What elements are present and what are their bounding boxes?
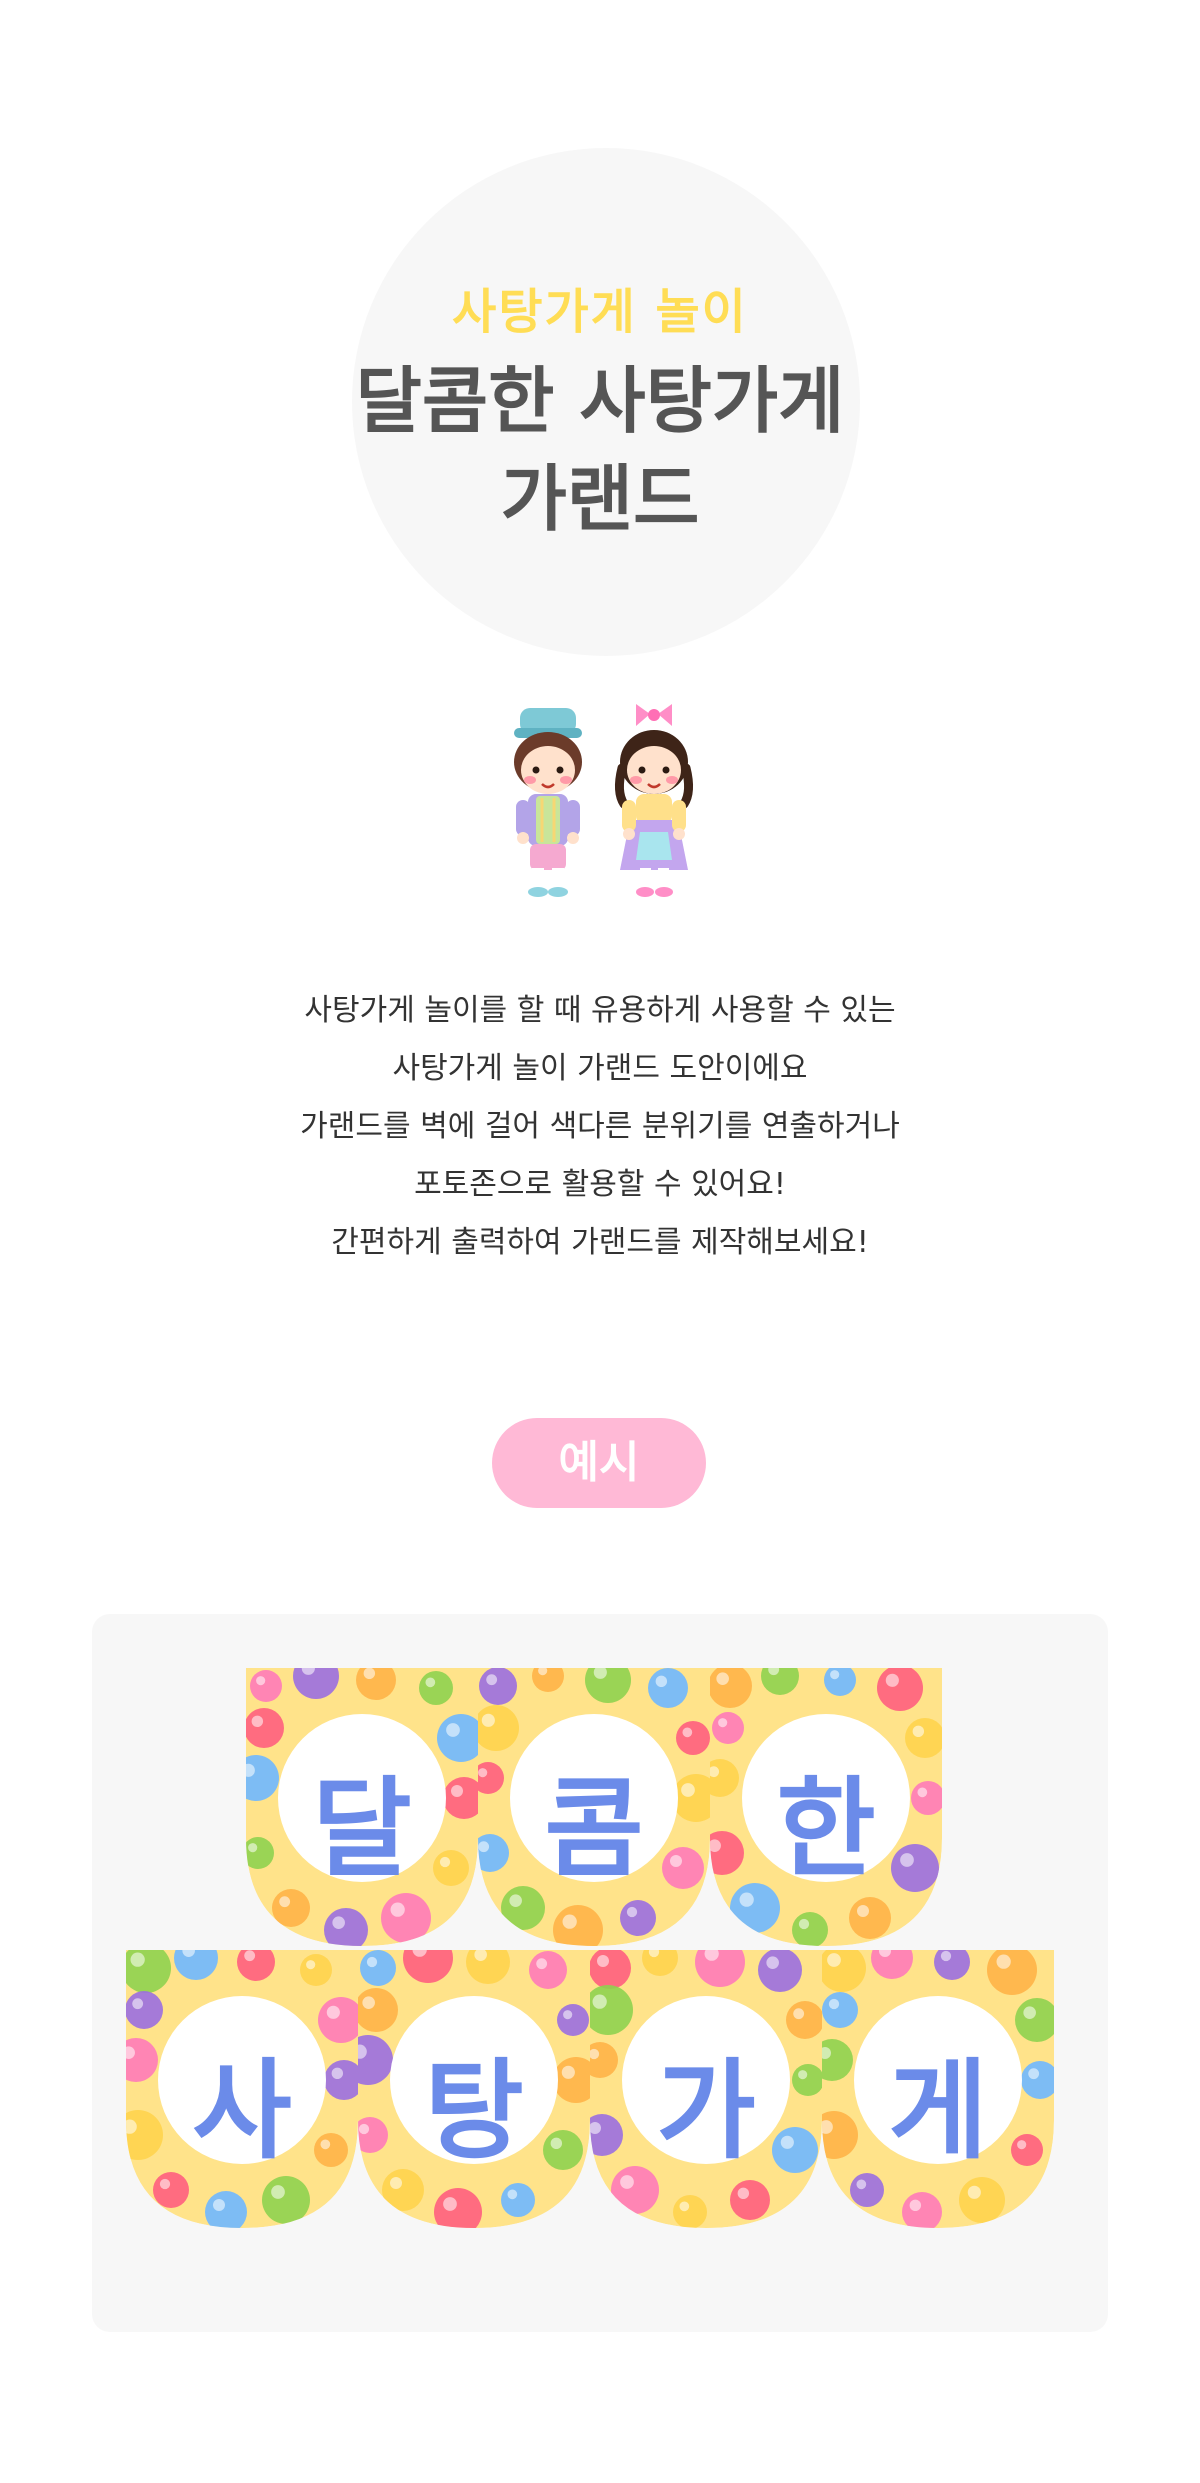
garland-letter: 가 [656,2049,756,2174]
boy-character [514,708,582,897]
description-line: 가랜드를 벽에 걸어 색다른 분위기를 연출하거나 [300,1109,900,1144]
girl-character [614,704,694,897]
description: 사탕가게 놀이를 할 때 유용하게 사용할 수 있는 사탕가게 놀이 가랜드 도… [0,982,1200,1272]
garland-flag: 가 [590,1950,822,2228]
garland-letter: 게 [888,2049,988,2174]
description-line: 사탕가게 놀이를 할 때 유용하게 사용할 수 있는 [304,993,896,1028]
example-badge: 예시 [492,1418,706,1508]
garland-flag: 한 [710,1668,942,1946]
garland-letter: 콤 [544,1767,644,1892]
garland-flag: 탕 [358,1950,590,2228]
page-title: 달콤한 사탕가게 가랜드 [0,352,1200,548]
description-line: 사탕가게 놀이 가랜드 도안이에요 [392,1051,808,1086]
description-line: 포토존으로 활용할 수 있어요! [414,1167,786,1202]
garland-letter: 한 [776,1767,876,1892]
garland-flag: 콤 [478,1668,710,1946]
kids-illustration [490,700,730,920]
garland-letter: 달 [312,1767,412,1892]
description-line: 간편하게 출력하여 가랜드를 제작해보세요! [331,1225,869,1260]
garland-flag: 게 [822,1950,1054,2228]
garland-letter: 사 [192,2049,292,2174]
page-title-line-1: 달콤한 사탕가게 [355,359,845,443]
garland-letter: 탕 [424,2049,524,2174]
garland-flag: 사 [126,1950,358,2228]
page-subtitle: 사탕가게 놀이 [452,284,748,340]
page-title-line-2: 가랜드 [500,457,700,541]
garland-flag: 달 [246,1668,478,1946]
